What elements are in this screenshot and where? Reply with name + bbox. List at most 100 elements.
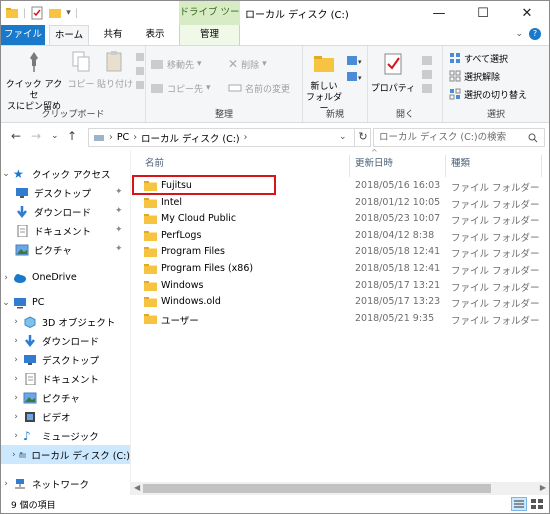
collapsed-chevron-icon[interactable]: › bbox=[1, 273, 11, 283]
select-all-label: すべて選択 bbox=[464, 54, 509, 65]
rename-button[interactable]: 名前の変更 bbox=[228, 80, 290, 96]
desktop-icon bbox=[16, 187, 28, 198]
new-folder-label-line1: 新しい bbox=[310, 82, 338, 92]
select-all-button[interactable]: すべて選択 bbox=[449, 50, 508, 66]
collapsed-chevron-icon[interactable]: › bbox=[11, 355, 21, 365]
breadcrumb-pc[interactable]: PC bbox=[117, 132, 129, 143]
minimize-button[interactable]: — bbox=[417, 1, 461, 25]
file-type: ファイル フォルダー bbox=[451, 315, 540, 327]
column-type[interactable]: 種類 bbox=[451, 155, 470, 169]
refresh-button[interactable]: ↻ bbox=[354, 128, 371, 147]
breadcrumb-chevron-icon[interactable]: › bbox=[109, 132, 113, 143]
file-row[interactable]: Intel 2018/01/12 10:05 ファイル フォルダー bbox=[131, 195, 549, 211]
nav-qa-pictures[interactable]: ピクチャ bbox=[13, 240, 72, 259]
nav-network[interactable]: › ネットワーク bbox=[1, 474, 89, 493]
close-button[interactable]: ✕ bbox=[505, 1, 549, 25]
file-name: Windows.old bbox=[161, 296, 221, 308]
collapsed-chevron-icon[interactable]: › bbox=[11, 412, 21, 422]
collapsed-chevron-icon[interactable]: › bbox=[11, 336, 21, 346]
ribbon-tabs: ファイル ホーム 共有 表示 管理 ⌄ ? bbox=[1, 25, 549, 46]
collapsed-chevron-icon[interactable]: › bbox=[11, 450, 17, 460]
folder-icon bbox=[144, 297, 157, 308]
collapsed-chevron-icon[interactable]: › bbox=[11, 374, 21, 384]
nav-qa-desktop[interactable]: デスクトップ bbox=[13, 183, 91, 202]
file-row[interactable]: Windows.old 2018/05/17 13:23 ファイル フォルダー bbox=[131, 294, 549, 310]
breadcrumb-local-disk[interactable]: ローカル ディスク (C:) bbox=[141, 131, 240, 145]
file-row[interactable]: PerfLogs 2018/04/12 8:38 ファイル フォルダー bbox=[131, 228, 549, 244]
maximize-button[interactable]: ☐ bbox=[461, 1, 505, 25]
invert-selection-button[interactable]: 選択の切り替え bbox=[449, 86, 527, 102]
pin-icon: ✦ bbox=[115, 187, 123, 197]
large-icons-view-icon[interactable] bbox=[529, 497, 545, 511]
select-none-button[interactable]: 選択解除 bbox=[449, 68, 500, 84]
nav-pc-desktop[interactable]: › デスクトップ bbox=[11, 350, 99, 369]
drive-icon bbox=[18, 451, 27, 458]
move-to-button[interactable]: 移動先 ▾ bbox=[150, 56, 202, 72]
new-item-icons[interactable]: ▾▾ bbox=[345, 54, 365, 86]
back-arrow-icon[interactable]: ← bbox=[11, 129, 21, 143]
up-arrow-icon[interactable]: ↑ bbox=[67, 129, 77, 143]
nav-pc-downloads[interactable]: › ダウンロード bbox=[11, 331, 99, 350]
details-view-icon[interactable] bbox=[511, 497, 527, 511]
column-date[interactable]: 更新日時 bbox=[355, 155, 393, 169]
file-row[interactable]: My Cloud Public 2018/05/23 10:07 ファイル フォルダ… bbox=[131, 211, 549, 227]
navigation-pane: ⌄ ★ クイック アクセス デスクトップ ✦ ダウンロード ✦ ドキュメント ✦… bbox=[1, 150, 130, 493]
search-input[interactable]: ローカル ディスク (C:)の検索 bbox=[373, 128, 545, 147]
nav-label: ピクチャ bbox=[34, 245, 72, 257]
file-row[interactable]: ユーザー 2018/05/21 9:35 ファイル フォルダー bbox=[131, 311, 549, 327]
column-name[interactable]: 名前 bbox=[145, 155, 164, 169]
address-bar[interactable]: › PC › ローカル ディスク (C:) › bbox=[88, 128, 371, 147]
scroll-left-icon[interactable]: ◀ bbox=[134, 483, 140, 492]
ribbon-collapse-icon[interactable]: ⌄ bbox=[515, 29, 523, 39]
forward-arrow-icon[interactable]: → bbox=[31, 129, 41, 143]
nav-pc-documents[interactable]: › ドキュメント bbox=[11, 369, 99, 388]
recent-dropdown-icon[interactable]: ⌄ bbox=[51, 131, 59, 141]
nav-pc-videos[interactable]: › ビデオ bbox=[11, 407, 71, 426]
open-edit-history-icons[interactable] bbox=[420, 54, 438, 96]
address-dropdown-icon[interactable]: ⌄ bbox=[339, 132, 347, 142]
nav-qa-documents[interactable]: ドキュメント bbox=[13, 221, 91, 240]
nav-pc-local-disk[interactable]: › ローカル ディスク (C:) bbox=[1, 445, 130, 464]
file-row[interactable]: Windows 2018/05/17 13:21 ファイル フォルダー bbox=[131, 278, 549, 294]
nav-pc-3d-objects[interactable]: › 3D オブジェクト bbox=[11, 312, 115, 331]
nav-quick-access[interactable]: ⌄ ★ クイック アクセス bbox=[1, 164, 110, 183]
scroll-right-icon[interactable]: ▶ bbox=[540, 483, 546, 492]
breadcrumb-chevron-icon[interactable]: › bbox=[133, 132, 137, 143]
copy-to-button[interactable]: コピー先 ▾ bbox=[150, 80, 211, 96]
scrollbar-thumb[interactable] bbox=[143, 484, 491, 493]
folder-icon bbox=[144, 230, 157, 241]
collapsed-chevron-icon[interactable]: › bbox=[11, 393, 21, 403]
breadcrumb-chevron-icon[interactable]: › bbox=[244, 132, 248, 143]
cut-copy-path-icons[interactable] bbox=[135, 52, 145, 92]
tab-home[interactable]: ホーム bbox=[49, 25, 89, 46]
pin-quick-access-button[interactable]: クイック アクセ スにピン留め bbox=[5, 50, 63, 113]
expanded-chevron-icon[interactable]: ⌄ bbox=[1, 298, 11, 308]
file-row[interactable]: Program Files (x86) 2018/05/18 12:41 ファイル … bbox=[131, 261, 549, 277]
copy-button[interactable]: コピー bbox=[65, 50, 97, 91]
collapsed-chevron-icon[interactable]: › bbox=[1, 479, 11, 489]
new-folder-icon[interactable] bbox=[48, 6, 62, 20]
delete-button[interactable]: ✕ 削除 ▾ bbox=[228, 56, 267, 72]
horizontal-scrollbar[interactable]: ◀ ▶ bbox=[131, 482, 549, 495]
nav-pc-pictures[interactable]: › ピクチャ bbox=[11, 388, 80, 407]
qat-dropdown-icon[interactable]: ▾ bbox=[66, 8, 71, 18]
nav-pc[interactable]: ⌄ PC bbox=[1, 293, 44, 312]
nav-pc-music[interactable]: › ♪ ミュージック bbox=[11, 426, 99, 445]
file-row[interactable]: Program Files 2018/05/18 12:41 ファイル フォルダー bbox=[131, 244, 549, 260]
paste-button[interactable]: 貼り付け bbox=[97, 50, 133, 91]
tab-file[interactable]: ファイル bbox=[1, 25, 45, 45]
collapsed-chevron-icon[interactable]: › bbox=[11, 431, 21, 441]
tab-manage[interactable]: 管理 bbox=[179, 25, 240, 45]
nav-qa-downloads[interactable]: ダウンロード bbox=[13, 202, 91, 221]
collapsed-chevron-icon[interactable]: › bbox=[11, 317, 21, 327]
tab-share[interactable]: 共有 bbox=[96, 25, 130, 45]
properties-button[interactable]: プロパティ bbox=[370, 52, 416, 95]
new-folder-button[interactable]: 新しい フォルダー bbox=[303, 52, 345, 115]
properties-check-icon[interactable] bbox=[30, 6, 44, 20]
nav-onedrive[interactable]: › OneDrive bbox=[1, 268, 76, 287]
expanded-chevron-icon[interactable]: ⌄ bbox=[1, 169, 11, 179]
help-icon[interactable]: ? bbox=[529, 28, 541, 40]
nav-label: ネットワーク bbox=[32, 479, 90, 491]
tab-view[interactable]: 表示 bbox=[137, 25, 173, 45]
file-date: 2018/05/23 10:07 bbox=[355, 213, 441, 225]
